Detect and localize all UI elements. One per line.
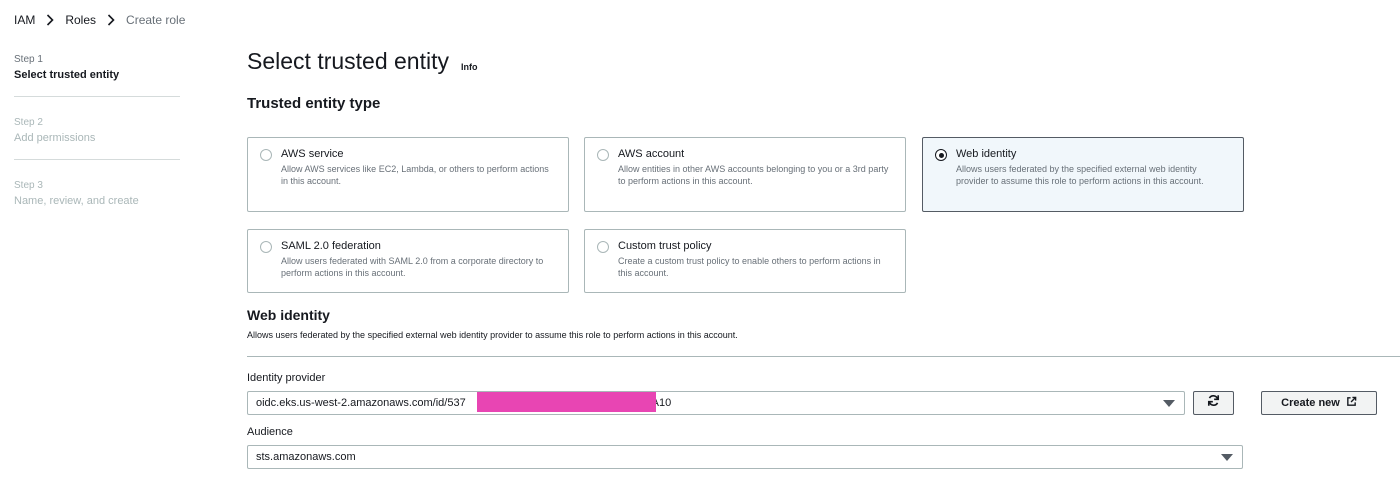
radio-button-selected[interactable] bbox=[935, 149, 947, 161]
identity-provider-select[interactable]: oidc.eks.us-west-2.amazonaws.com/id/537 D… bbox=[247, 391, 1185, 415]
section-title: Trusted entity type bbox=[247, 95, 381, 112]
step-3: Step 3 Name, review, and create bbox=[14, 180, 180, 222]
web-identity-title: Web identity bbox=[247, 307, 330, 323]
step-number: Step 3 bbox=[14, 180, 43, 191]
step-number: Step 2 bbox=[14, 117, 43, 128]
breadcrumb-iam-link[interactable]: IAM bbox=[14, 13, 35, 27]
wizard-steps: Step 1 Select trusted entity Step 2 Add … bbox=[14, 54, 180, 242]
refresh-icon bbox=[1207, 394, 1220, 412]
audience-value: sts.amazonaws.com bbox=[256, 451, 356, 463]
tile-title: Web identity bbox=[956, 148, 1017, 160]
tile-description: Allow AWS services like EC2, Lambda, or … bbox=[281, 164, 549, 186]
web-identity-description: Allows users federated by the specified … bbox=[247, 330, 738, 340]
redaction-block bbox=[477, 392, 656, 412]
divider bbox=[247, 356, 1400, 357]
radio-button[interactable] bbox=[260, 241, 272, 253]
radio-button[interactable] bbox=[260, 149, 272, 161]
refresh-button[interactable] bbox=[1193, 391, 1234, 415]
tile-title: SAML 2.0 federation bbox=[281, 240, 381, 252]
step-1: Step 1 Select trusted entity bbox=[14, 54, 180, 97]
step-2: Step 2 Add permissions bbox=[14, 117, 180, 160]
external-link-icon bbox=[1346, 396, 1357, 410]
tile-custom-trust-policy[interactable]: Custom trust policy Create a custom trus… bbox=[584, 229, 906, 293]
step-name: Select trusted entity bbox=[14, 69, 120, 81]
tile-title: AWS account bbox=[618, 148, 685, 160]
audience-label: Audience bbox=[247, 426, 293, 438]
create-new-label: Create new bbox=[1281, 397, 1340, 409]
caret-down-icon bbox=[1221, 454, 1233, 461]
tile-title: Custom trust policy bbox=[618, 240, 712, 252]
create-new-button[interactable]: Create new bbox=[1261, 391, 1377, 415]
chevron-right-icon bbox=[107, 14, 115, 26]
step-name: Add permissions bbox=[14, 132, 96, 144]
audience-select[interactable]: sts.amazonaws.com bbox=[247, 445, 1243, 469]
breadcrumb-current: Create role bbox=[126, 13, 186, 27]
info-link[interactable]: Info bbox=[461, 62, 478, 72]
page-title: Select trusted entity bbox=[247, 48, 449, 74]
tile-description: Create a custom trust policy to enable o… bbox=[618, 256, 881, 278]
tile-description: Allow entities in other AWS accounts bel… bbox=[618, 164, 889, 186]
tile-aws-service[interactable]: AWS service Allow AWS services like EC2,… bbox=[247, 137, 569, 212]
tile-description: Allow users federated with SAML 2.0 from… bbox=[281, 256, 544, 278]
caret-down-icon bbox=[1163, 400, 1175, 407]
identity-provider-value-prefix: oidc.eks.us-west-2.amazonaws.com/id/537 bbox=[256, 397, 466, 409]
tile-title: AWS service bbox=[281, 148, 344, 160]
radio-button[interactable] bbox=[597, 149, 609, 161]
tile-saml-federation[interactable]: SAML 2.0 federation Allow users federate… bbox=[247, 229, 569, 293]
radio-button[interactable] bbox=[597, 241, 609, 253]
step-number: Step 1 bbox=[14, 54, 43, 65]
identity-provider-label: Identity provider bbox=[247, 372, 326, 384]
breadcrumb: IAM Roles Create role bbox=[14, 13, 185, 27]
chevron-right-icon bbox=[46, 14, 54, 26]
tile-web-identity[interactable]: Web identity Allows users federated by t… bbox=[922, 137, 1244, 212]
step-name: Name, review, and create bbox=[14, 195, 139, 207]
tile-aws-account[interactable]: AWS account Allow entities in other AWS … bbox=[584, 137, 906, 212]
breadcrumb-roles-link[interactable]: Roles bbox=[65, 13, 96, 27]
tile-description: Allows users federated by the specified … bbox=[956, 164, 1204, 186]
